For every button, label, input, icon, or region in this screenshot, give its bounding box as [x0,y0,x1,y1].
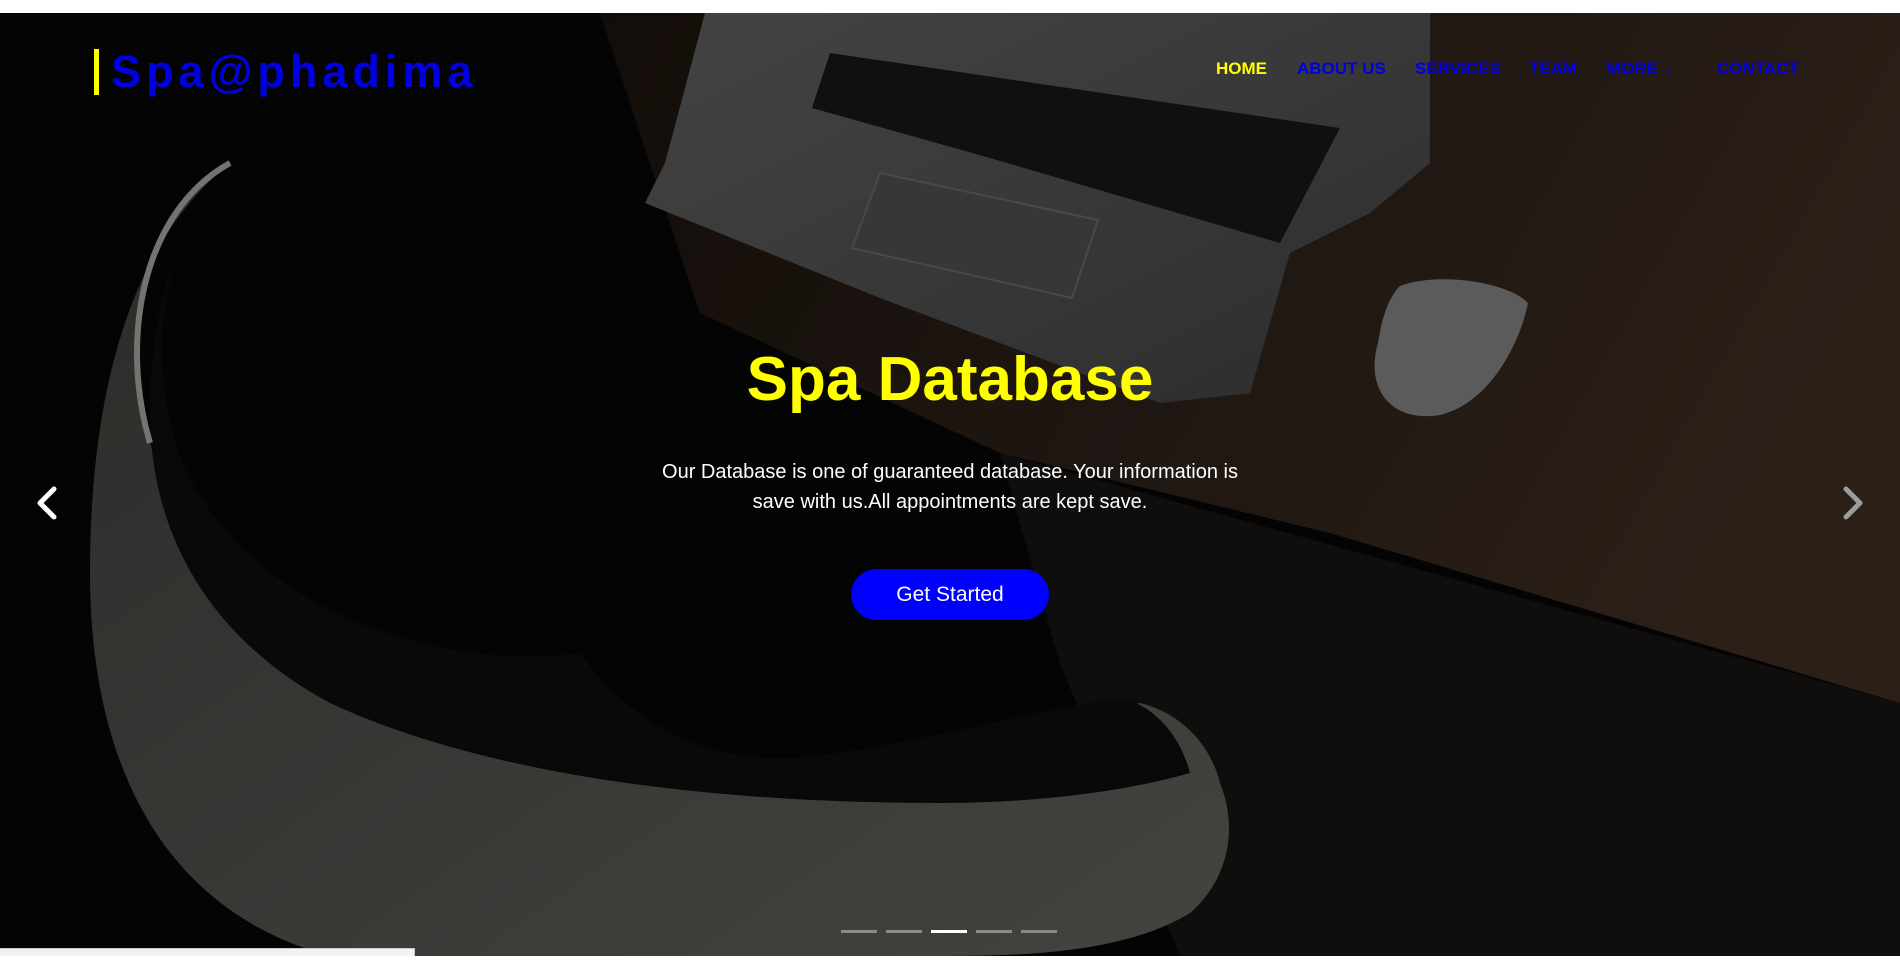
carousel-indicator[interactable] [976,930,1012,933]
get-started-button[interactable]: Get Started [851,569,1049,620]
nav-contact[interactable]: CONTACT [1717,57,1799,81]
hero-description: Our Database is one of guaranteed databa… [662,461,1238,513]
nav-home[interactable]: HOME [1216,57,1267,81]
carousel-indicator[interactable] [886,930,922,933]
carousel-caption: Spa Database Our Database is one of guar… [0,343,1900,620]
browser-status-url: file:///C:/Users/ilife/Desktop/ISAT 2020… [0,948,415,956]
carousel-prev-button[interactable] [28,473,68,533]
intro-carousel: Spa@phadima HOME ABOUT US SERVICES TEAM … [0,13,1900,956]
chevron-right-icon [1843,486,1863,520]
carousel-indicator[interactable] [1021,930,1057,933]
chevron-left-icon [37,486,57,520]
browser-top-edge [0,0,1900,13]
carousel-indicator-active[interactable] [931,930,967,933]
carousel-indicator[interactable] [841,930,877,933]
nav-more-label: MORE [1607,59,1658,78]
nav-team[interactable]: TEAM [1529,57,1577,81]
nav-services[interactable]: SERVICES [1415,57,1501,81]
hero-title: Spa Database [746,345,1154,414]
nav-more-dropdown[interactable]: MORE ⌄ [1607,57,1673,83]
site-header: Spa@phadima HOME ABOUT US SERVICES TEAM … [0,13,1900,133]
carousel-next-button[interactable] [1832,473,1872,533]
nav-about-us[interactable]: ABOUT US [1297,57,1386,81]
site-logo[interactable]: Spa@phadima [111,49,477,95]
chevron-down-icon: ⌄ [1664,63,1674,75]
logo-accent-bar [94,49,99,95]
browser-bottom-edge [0,956,1900,964]
